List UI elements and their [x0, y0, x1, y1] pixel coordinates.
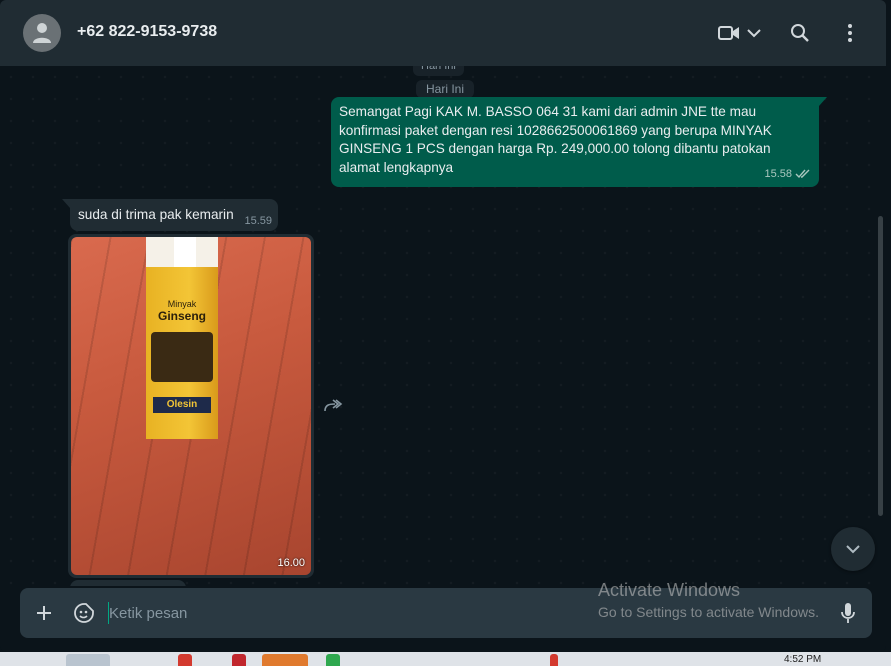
contact-name[interactable]: +62 822-9153-9738 [77, 23, 217, 41]
message-photo[interactable]: Minyak Ginseng Olesin 16.00 [71, 237, 311, 575]
taskbar-app-icon[interactable] [262, 654, 308, 666]
product-image-panel [151, 332, 213, 382]
delivered-double-check-icon [795, 169, 810, 178]
bubble-tail [62, 199, 70, 208]
product-brand: Olesin [153, 397, 211, 413]
taskbar-clock[interactable]: 4:52 PM [784, 655, 821, 665]
chat-scrollbar[interactable] [878, 66, 884, 586]
microphone-icon [841, 603, 855, 623]
chevron-down-icon [747, 29, 761, 38]
plus-icon [37, 606, 51, 620]
sticker-button[interactable] [72, 601, 96, 625]
message-time: 15.58 [764, 167, 792, 180]
incoming-message[interactable]: suda di trima pak kemarin 15.59 [70, 199, 278, 231]
taskbar-notification-icon[interactable] [550, 654, 558, 666]
menu-dots-icon [848, 24, 852, 42]
voice-message-button[interactable] [836, 601, 860, 625]
message-time: 16.00 [277, 557, 305, 569]
scrollbar-thumb[interactable] [878, 216, 883, 516]
taskbar-app-icon[interactable] [232, 654, 246, 666]
message-text: suda di trima pak kemarin [78, 207, 234, 222]
outgoing-message[interactable]: Semangat Pagi KAK M. BASSO 064 31 kami d… [331, 97, 819, 187]
chat-header: +62 822-9153-9738 [0, 0, 886, 66]
message-meta: 15.58 [764, 165, 811, 184]
product-label-line1: Minyak [167, 299, 197, 309]
forward-icon [324, 399, 343, 412]
avatar[interactable] [23, 14, 61, 52]
date-separator: Hari Ini [416, 80, 475, 98]
activate-windows-subtitle: Go to Settings to activate Windows. [598, 604, 819, 620]
taskbar-app-icon[interactable] [178, 654, 192, 666]
message-time: 15.59 [244, 215, 272, 227]
forward-button[interactable] [321, 396, 345, 416]
bubble-tail [819, 97, 827, 106]
scroll-to-bottom-button[interactable] [831, 527, 875, 571]
product-label-line2: Ginseng [157, 309, 206, 323]
activate-windows-title: Activate Windows [598, 580, 741, 600]
whatsapp-window: +62 822-9153-9738 Hari Ini Hari Ini Sema… [0, 0, 886, 652]
avatar-person-icon [33, 23, 51, 43]
message-input[interactable]: Ketik pesan [109, 605, 187, 622]
video-call-button[interactable] [716, 20, 764, 46]
taskbar-app-icon[interactable] [326, 654, 340, 666]
menu-button[interactable] [838, 20, 862, 46]
search-icon [791, 24, 809, 42]
message-text: Semangat Pagi KAK M. BASSO 064 31 kami d… [339, 104, 772, 175]
video-call-icon [718, 26, 739, 40]
incoming-image-message[interactable]: Minyak Ginseng Olesin 16.00 [68, 234, 314, 578]
product-label: Minyak Ginseng [149, 299, 215, 323]
search-button[interactable] [788, 20, 812, 46]
taskbar-app-icon[interactable] [66, 654, 110, 666]
chevron-down-icon [846, 545, 860, 554]
date-separator-ghost: Hari Ini [413, 66, 464, 76]
attach-button[interactable] [32, 601, 56, 625]
taskbar: 4:52 PM [0, 652, 891, 666]
sticker-icon [74, 603, 94, 623]
